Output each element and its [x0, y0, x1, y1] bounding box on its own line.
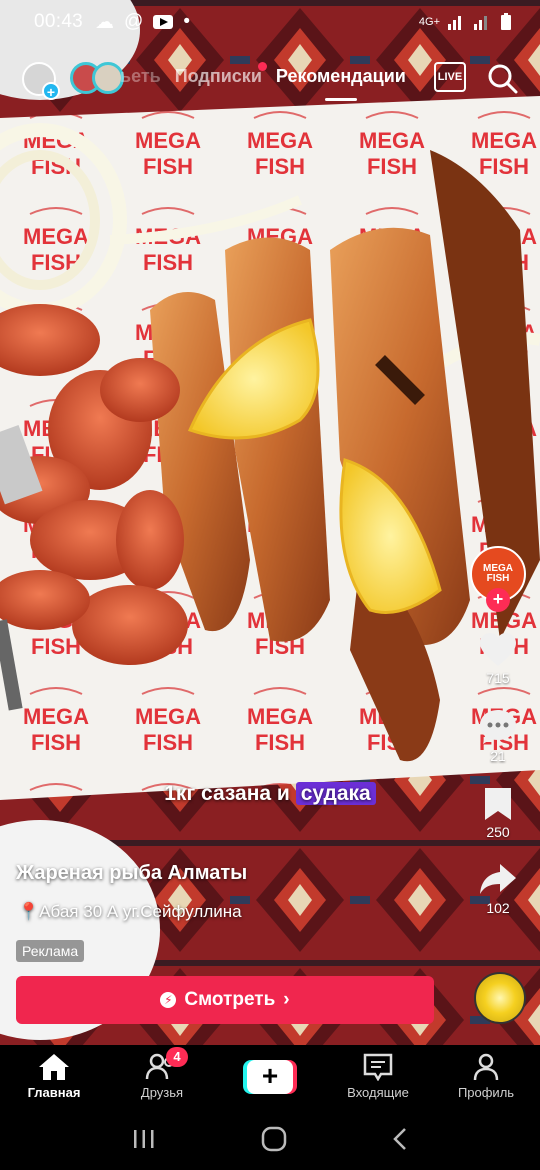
cta-label: Смотреть: [184, 989, 276, 1010]
creator-avatar[interactable]: MEGA FISH +: [470, 546, 526, 612]
battery-icon: [501, 13, 511, 30]
lightning-icon: ⚡: [160, 992, 177, 1008]
overlay-caption-highlight: судака: [295, 782, 376, 805]
action-column: MEGA FISH + 715 21 250 102: [468, 546, 528, 916]
overlay-caption-text: 1кг сазана и: [164, 782, 290, 805]
clock: 00:43: [34, 11, 84, 32]
home-system-icon[interactable]: [261, 1126, 287, 1152]
live-button[interactable]: LIVE: [434, 62, 466, 92]
home-icon: [39, 1054, 69, 1080]
chevron-right-icon: ›: [283, 989, 290, 1010]
status-bar: 00:43 ☁ @ • 4G+: [0, 0, 540, 44]
comment-icon: [480, 710, 516, 744]
notification-dot-icon: •: [183, 11, 190, 32]
location-line[interactable]: 📍Абая 30 А уг.Сейфуллина: [18, 902, 242, 922]
friends-badge: 4: [166, 1047, 188, 1067]
back-icon[interactable]: [392, 1127, 408, 1151]
save-count: 250: [486, 824, 510, 840]
video-player[interactable]: MEGA FISH: [0, 0, 540, 1045]
video-frame: MEGA FISH: [0, 0, 540, 1045]
nav-home[interactable]: Главная: [0, 1045, 108, 1108]
nav-home-label: Главная: [27, 1085, 81, 1100]
nav-create[interactable]: +: [216, 1045, 324, 1108]
system-nav-bar: [0, 1108, 540, 1170]
my-avatar[interactable]: +: [22, 62, 60, 100]
live-avatars[interactable]: [70, 62, 126, 96]
at-icon: @: [124, 11, 144, 32]
nav-profile-label: Профиль: [457, 1085, 515, 1100]
share-button[interactable]: 102: [478, 862, 518, 916]
like-count: 715: [486, 670, 510, 686]
share-count: 102: [486, 900, 510, 916]
bottom-nav: Главная 4 Друзья + Входящие Профиль: [0, 1045, 540, 1108]
comment-button[interactable]: 21: [478, 708, 518, 764]
nav-friends[interactable]: 4 Друзья: [108, 1045, 216, 1108]
creator-logo-line2: FISH: [486, 573, 510, 584]
comment-count: 21: [490, 748, 506, 764]
watch-cta-button[interactable]: ⚡ Смотреть ›: [16, 976, 434, 1024]
follow-plus-button[interactable]: +: [486, 588, 510, 612]
cloud-icon: ☁: [95, 11, 115, 33]
signal-2-icon: [474, 16, 487, 30]
profile-icon: [473, 1053, 499, 1081]
author-name[interactable]: Жареная рыба Алматы: [16, 862, 247, 885]
nav-inbox[interactable]: Входящие: [324, 1045, 432, 1108]
top-tab-bar: + ьеть Подписки Рекомендации LIVE: [0, 58, 540, 104]
create-button[interactable]: +: [243, 1059, 297, 1094]
location-text: Абая 30 А уг.Сейфуллина: [39, 902, 242, 921]
search-icon[interactable]: [488, 64, 518, 94]
like-button[interactable]: 715: [478, 632, 518, 686]
inbox-icon: [363, 1053, 393, 1081]
youtube-icon: [153, 15, 174, 29]
recent-apps-icon[interactable]: [132, 1128, 156, 1150]
tab-following[interactable]: Подписки: [175, 66, 262, 87]
following-new-dot: [258, 62, 267, 71]
nav-inbox-label: Входящие: [347, 1085, 409, 1100]
add-story-icon[interactable]: +: [42, 82, 60, 100]
network-type: 4G+: [418, 16, 440, 28]
share-arrow-icon: [480, 864, 516, 894]
signal-icon: [448, 16, 461, 30]
tab-for-you[interactable]: Рекомендации: [276, 66, 406, 101]
ad-badge: Реклама: [16, 940, 85, 962]
nav-profile[interactable]: Профиль: [432, 1045, 540, 1108]
heart-icon: [480, 633, 516, 666]
video-text-overlay: 1кг сазана и судака: [0, 782, 540, 806]
tab-friends-partial[interactable]: ьеть: [120, 66, 161, 87]
nav-friends-label: Друзья: [140, 1085, 184, 1100]
location-pin-icon: 📍: [18, 902, 40, 921]
plus-icon: +: [247, 1059, 293, 1094]
music-disc-icon[interactable]: [474, 972, 526, 1024]
